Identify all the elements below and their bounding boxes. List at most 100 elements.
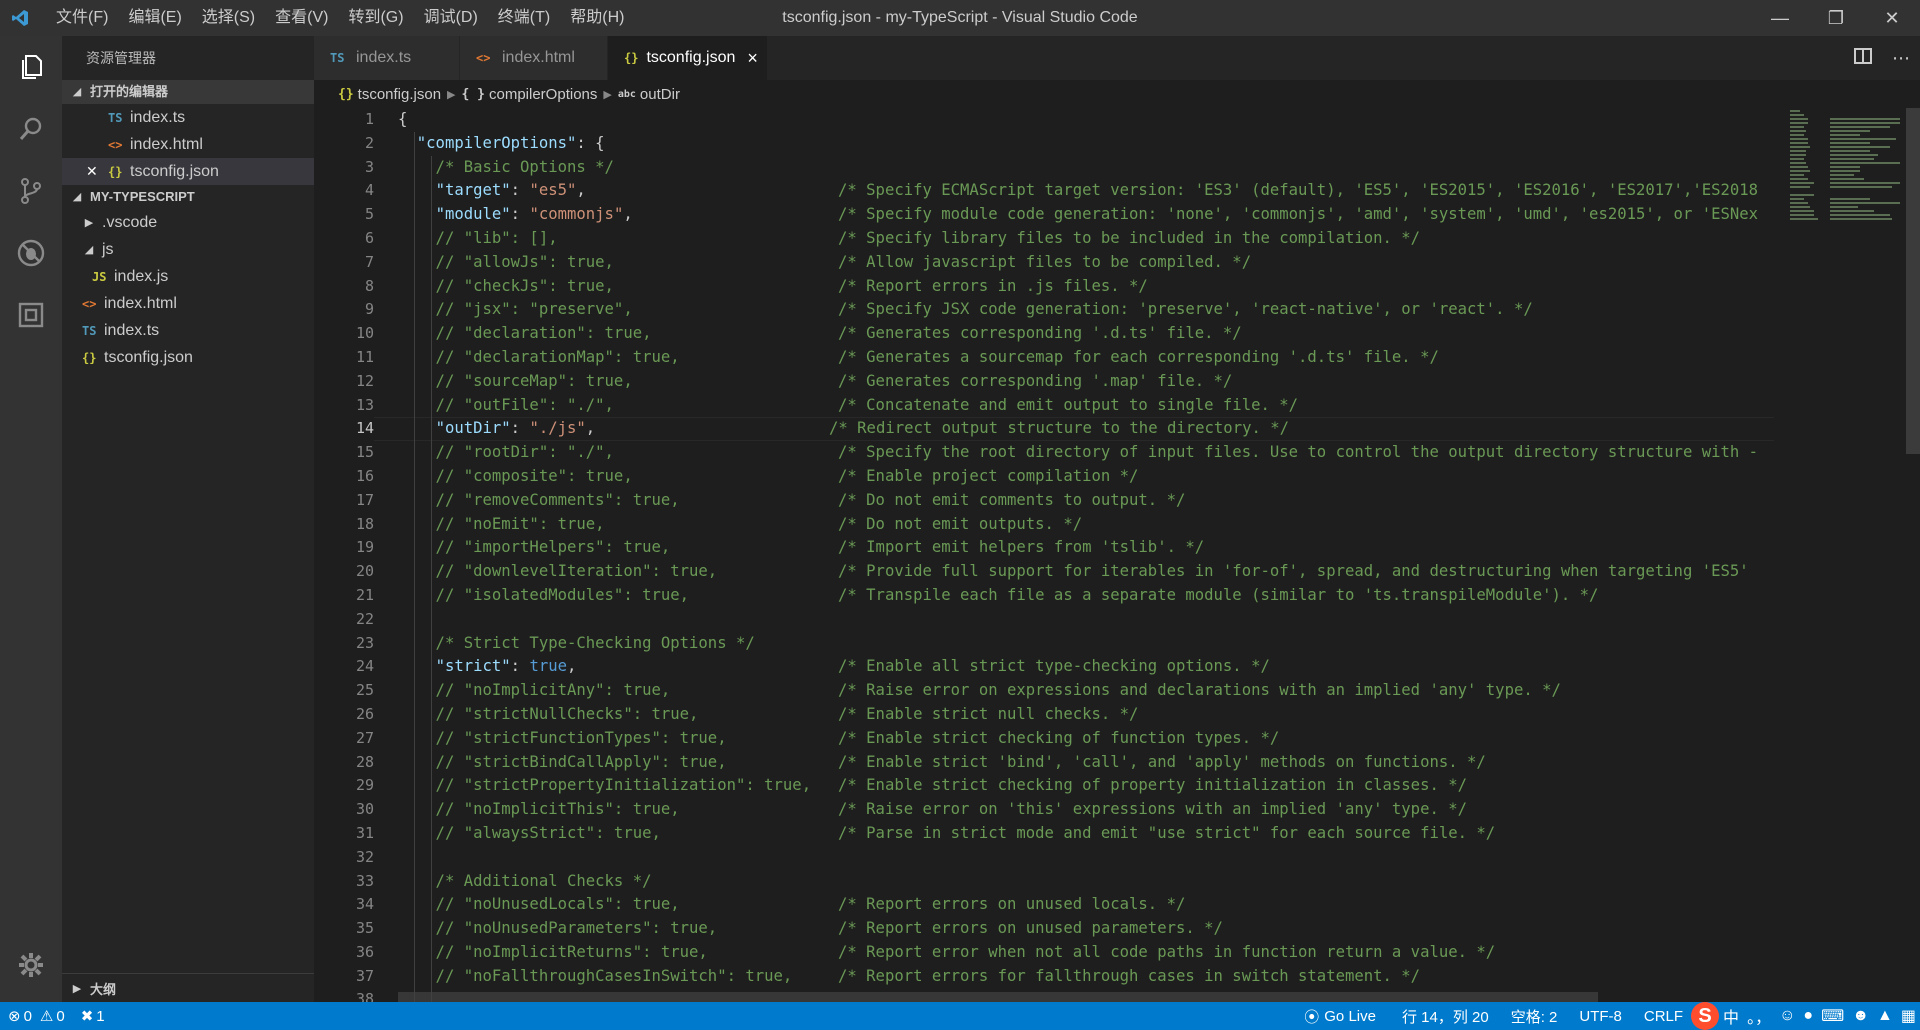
open-editor-item-tsconfig[interactable]: ✕ {} tsconfig.json: [62, 158, 314, 185]
code-line[interactable]: // "declaration": true,/* Generates corr…: [398, 322, 1798, 346]
user-icon[interactable]: ☻: [1848, 1007, 1873, 1025]
breadcrumb-property[interactable]: outDir: [640, 86, 680, 103]
debug-icon[interactable]: [0, 222, 62, 284]
breadcrumb-object[interactable]: compilerOptions: [489, 86, 597, 103]
menu-item[interactable]: 帮助(H): [560, 0, 634, 36]
menu-item[interactable]: 编辑(E): [118, 0, 191, 36]
tab-index-ts[interactable]: TS index.ts: [314, 36, 460, 80]
code-line[interactable]: // "strictNullChecks": true,/* Enable st…: [398, 703, 1798, 727]
search-icon[interactable]: [0, 98, 62, 160]
outline-header[interactable]: ▶ 大纲: [62, 973, 322, 1002]
horizontal-scrollbar[interactable]: [398, 992, 1598, 1002]
code-line[interactable]: "module": "commonjs",/* Specify module c…: [398, 203, 1798, 227]
cursor-position[interactable]: 行 14，列 20: [1394, 1006, 1497, 1027]
code-line[interactable]: "outDir": "./js",/* Redirect output stru…: [398, 417, 1798, 441]
tree-item-js-folder[interactable]: ◢ js: [62, 236, 314, 263]
code-lines[interactable]: { "compilerOptions": { /* Basic Options …: [398, 108, 1798, 1002]
tree-item-vscode[interactable]: ▶ .vscode: [62, 209, 314, 236]
code-line[interactable]: // "noEmit": true,/* Do not emit outputs…: [398, 513, 1798, 537]
vertical-scrollbar[interactable]: [1906, 108, 1920, 1002]
conflicts-indicator[interactable]: ✖ 1: [73, 1007, 113, 1026]
code-line[interactable]: // "noUnusedParameters": true,/* Report …: [398, 917, 1798, 941]
close-icon[interactable]: ✕: [86, 163, 108, 180]
code-line[interactable]: // "declarationMap": true,/* Generates a…: [398, 346, 1798, 370]
ime-language[interactable]: 中: [1719, 1004, 1743, 1028]
emoji-icon[interactable]: ☺: [1775, 1007, 1799, 1025]
source-control-icon[interactable]: [0, 160, 62, 222]
tree-item-tsconfig[interactable]: {} tsconfig.json: [62, 344, 314, 371]
explorer-icon[interactable]: [0, 36, 62, 98]
go-live-button[interactable]: ⦿ Go Live: [1296, 1006, 1384, 1027]
code-line[interactable]: // "removeComments": true,/* Do not emit…: [398, 489, 1798, 513]
open-editors-header[interactable]: ◢ 打开的编辑器: [62, 80, 314, 104]
close-tab-icon[interactable]: ×: [747, 48, 758, 69]
encoding[interactable]: UTF-8: [1571, 1008, 1630, 1025]
code-line[interactable]: /* Additional Checks */: [398, 870, 1798, 894]
code-line[interactable]: {: [398, 108, 1798, 132]
code-line[interactable]: // "checkJs": true,/* Report errors in .…: [398, 275, 1798, 299]
project-header[interactable]: ◢ MY-TYPESCRIPT: [62, 185, 314, 209]
toolbox-icon[interactable]: ▦: [1897, 1006, 1920, 1026]
code-line[interactable]: // "strictBindCallApply": true,/* Enable…: [398, 751, 1798, 775]
code-line[interactable]: /* Strict Type-Checking Options */: [398, 632, 1798, 656]
indentation[interactable]: 空格: 2: [1503, 1006, 1566, 1027]
code-line[interactable]: // "downlevelIteration": true,/* Provide…: [398, 560, 1798, 584]
keyboard-icon[interactable]: ⌨: [1817, 1006, 1848, 1026]
code-line[interactable]: // "noImplicitReturns": true,/* Report e…: [398, 941, 1798, 965]
tools-icon: ✖: [80, 1008, 94, 1025]
code-line[interactable]: [398, 846, 1798, 870]
code-editor[interactable]: 1 2 3 4 5 6 7 8 9 10 11 12 13 14 15 16 17 18 19 20 21 22 23 24 2…: [314, 108, 1920, 1002]
code-line[interactable]: // "composite": true,/* Enable project c…: [398, 465, 1798, 489]
tree-item-index-js[interactable]: JS index.js: [62, 263, 314, 290]
restore-button[interactable]: ❐: [1808, 0, 1864, 36]
more-actions-icon[interactable]: ⋯: [1882, 48, 1920, 69]
code-line[interactable]: // "strictFunctionTypes": true,/* Enable…: [398, 727, 1798, 751]
split-editor-icon[interactable]: [1844, 47, 1882, 69]
end-of-line[interactable]: CRLF: [1636, 1008, 1691, 1025]
tree-item-index-html[interactable]: <> index.html: [62, 290, 314, 317]
code-line[interactable]: // "strictPropertyInitialization": true,…: [398, 774, 1798, 798]
menu-item[interactable]: 选择(S): [192, 0, 265, 36]
code-line[interactable]: "compilerOptions": {: [398, 132, 1798, 156]
code-line[interactable]: // "importHelpers": true,/* Import emit …: [398, 536, 1798, 560]
skin-icon[interactable]: ▲: [1873, 1007, 1897, 1025]
code-line[interactable]: // "alwaysStrict": true,/* Parse in stri…: [398, 822, 1798, 846]
open-editor-item-index-ts[interactable]: TS index.ts: [62, 104, 314, 131]
menu-item[interactable]: 终端(T): [488, 0, 560, 36]
code-line[interactable]: // "noFallthroughCasesInSwitch": true,/*…: [398, 965, 1798, 989]
code-line[interactable]: /* Basic Options */: [398, 156, 1798, 180]
code-line[interactable]: [398, 608, 1798, 632]
sogou-logo-icon[interactable]: S: [1691, 1002, 1720, 1030]
open-editor-item-index-html[interactable]: <> index.html: [62, 131, 314, 158]
minimize-button[interactable]: —: [1752, 0, 1808, 36]
menu-item[interactable]: 转到(G): [338, 0, 413, 36]
close-window-button[interactable]: ✕: [1864, 0, 1920, 36]
scrollbar-thumb[interactable]: [1906, 108, 1920, 454]
code-line[interactable]: // "rootDir": "./",/* Specify the root d…: [398, 441, 1798, 465]
tree-item-index-ts[interactable]: TS index.ts: [62, 317, 314, 344]
code-line[interactable]: // "noImplicitAny": true,/* Raise error …: [398, 679, 1798, 703]
tab-tsconfig[interactable]: {} tsconfig.json ×: [608, 36, 768, 80]
menu-item[interactable]: 查看(V): [265, 0, 338, 36]
extensions-icon[interactable]: [0, 284, 62, 346]
code-line[interactable]: // "isolatedModules": true,/* Transpile …: [398, 584, 1798, 608]
code-line[interactable]: // "noUnusedLocals": true,/* Report erro…: [398, 893, 1798, 917]
line-number: 34: [355, 895, 374, 914]
code-line[interactable]: // "sourceMap": true,/* Generates corres…: [398, 370, 1798, 394]
gear-icon[interactable]: [0, 934, 62, 996]
tab-index-html[interactable]: <> index.html: [460, 36, 608, 80]
breadcrumb-file[interactable]: tsconfig.json: [358, 86, 441, 103]
code-line[interactable]: // "jsx": "preserve",/* Specify JSX code…: [398, 298, 1798, 322]
code-line[interactable]: // "noImplicitThis": true,/* Raise error…: [398, 798, 1798, 822]
menu-item[interactable]: 文件(F): [46, 0, 118, 36]
minimap[interactable]: [1786, 108, 1906, 228]
code-line[interactable]: // "lib": [],/* Specify library files to…: [398, 227, 1798, 251]
microphone-icon[interactable]: ●: [1799, 1007, 1817, 1025]
code-line[interactable]: "target": "es5",/* Specify ECMAScript ta…: [398, 179, 1798, 203]
code-line[interactable]: // "allowJs": true,/* Allow javascript f…: [398, 251, 1798, 275]
menu-item[interactable]: 调试(D): [414, 0, 488, 36]
code-line[interactable]: "strict": true,/* Enable all strict type…: [398, 655, 1798, 679]
problems-indicator[interactable]: ⊗ 0 ⚠ 0: [0, 1007, 73, 1026]
code-line[interactable]: // "outFile": "./",/* Concatenate and em…: [398, 394, 1798, 418]
punctuation-icon[interactable]: 。，: [1743, 1004, 1775, 1028]
